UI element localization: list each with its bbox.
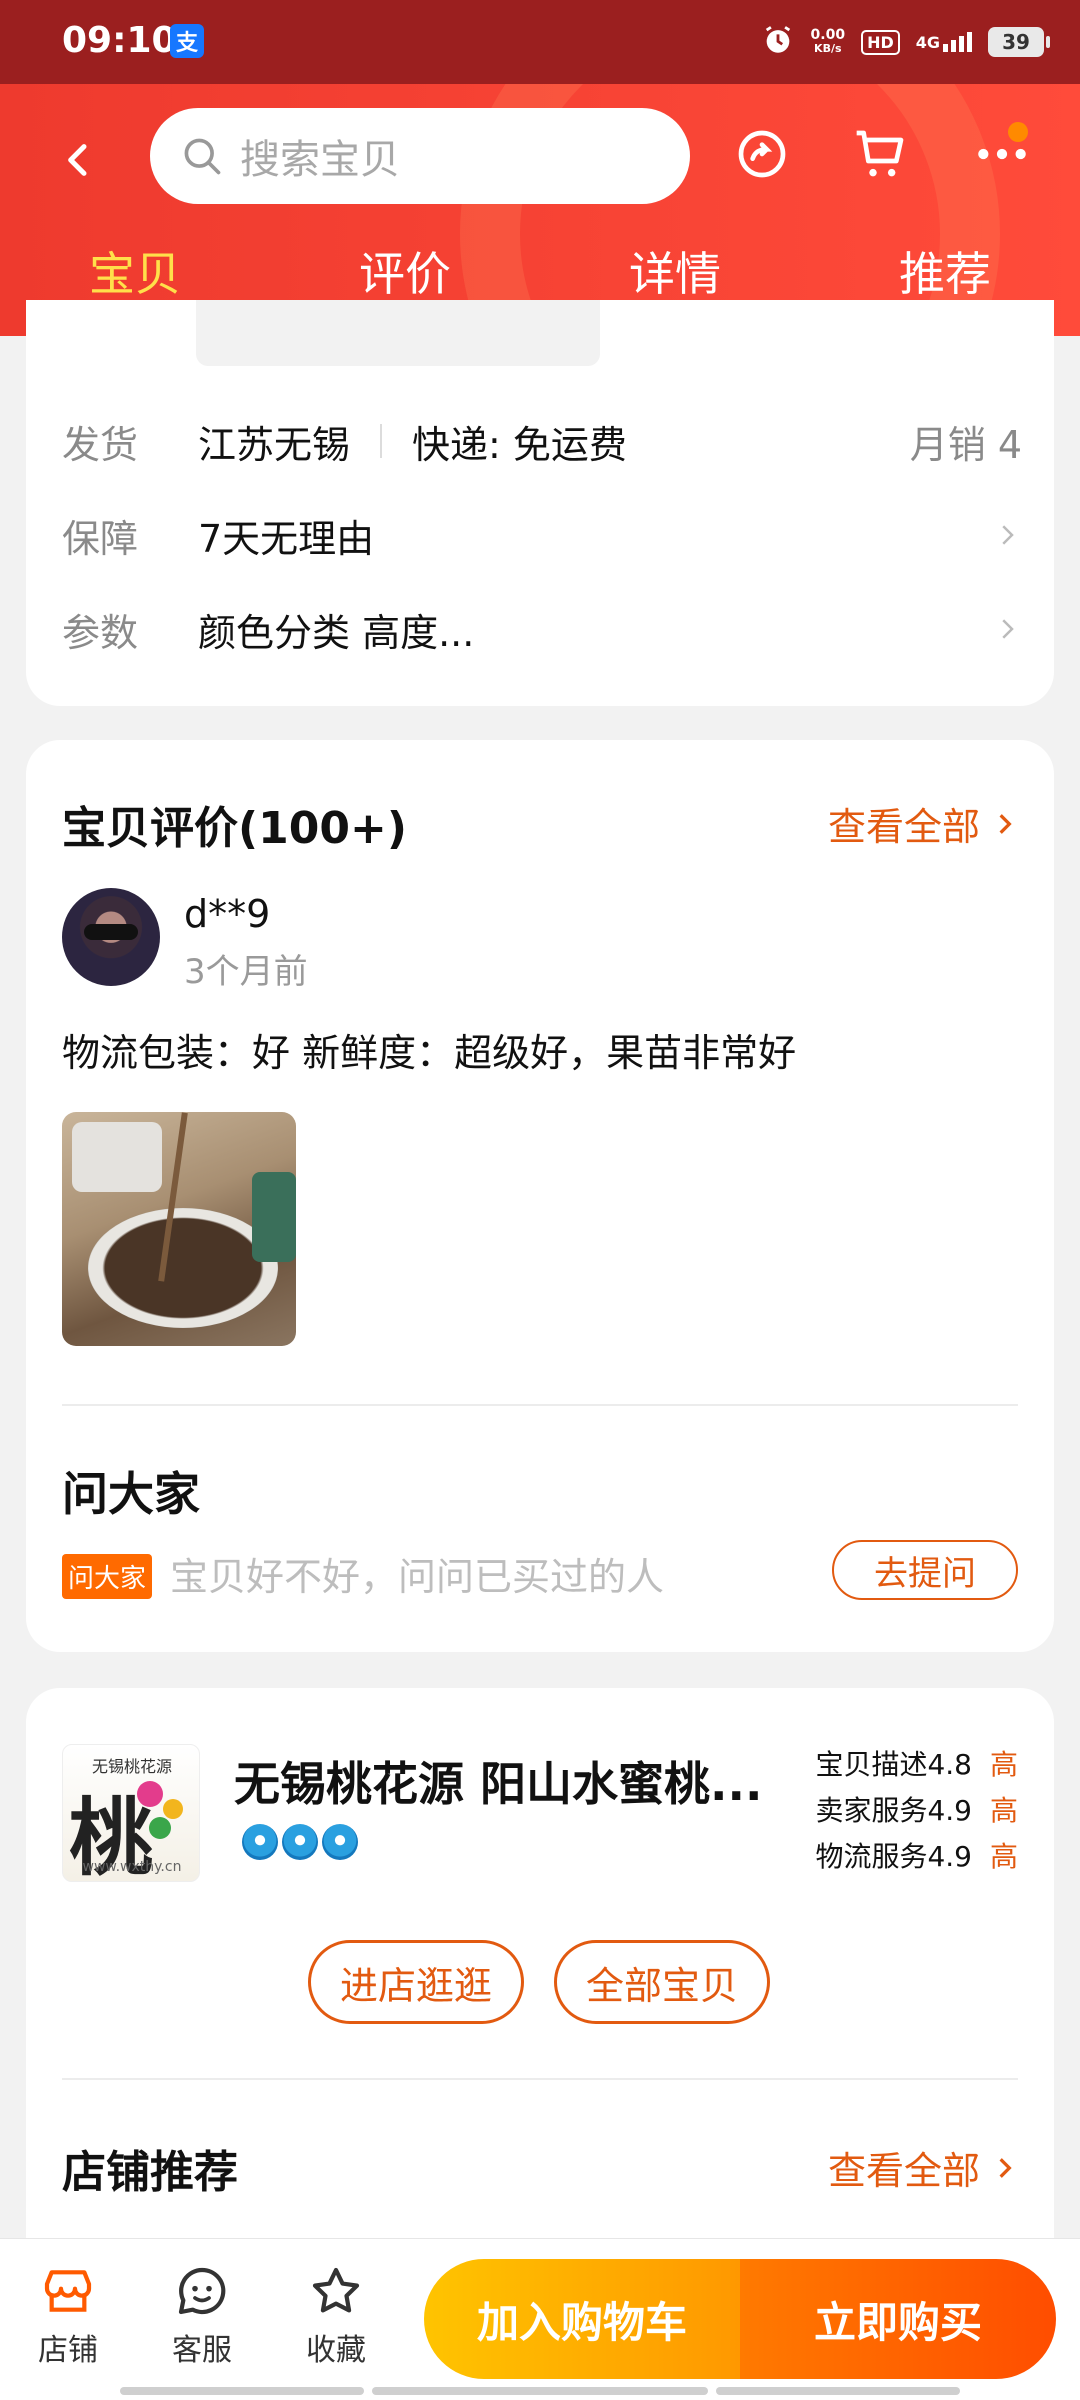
back-arrow-icon: [68, 144, 87, 176]
review-time: 3个月前: [184, 952, 308, 992]
gesture-bar: [372, 2387, 708, 2395]
see-all-label: 查看全部: [827, 2149, 980, 2193]
ship-from: 江苏无锡: [198, 422, 351, 467]
service-label: 客服: [172, 2333, 232, 2368]
hd-icon: HD: [861, 29, 900, 55]
customer-service-button[interactable]: 客服: [142, 2263, 262, 2369]
chevron-right-icon: [999, 813, 1012, 834]
divider: [380, 424, 383, 458]
express-fee: 快递: 免运费: [412, 422, 627, 467]
ask-badge: 问大家: [62, 1554, 153, 1599]
bottom-action-bar: 店铺 客服 收藏 加入购物车 立即购买: [0, 2238, 1080, 2400]
alipay-icon: 支: [170, 24, 204, 58]
crown-icon: [282, 1824, 318, 1860]
ask-question-button[interactable]: 去提问: [832, 1540, 1018, 1600]
divider: [62, 2078, 1018, 2080]
all-items-button[interactable]: 全部宝贝: [554, 1940, 770, 2024]
reviews-see-all-link[interactable]: 查看全部: [828, 796, 1018, 851]
header: 搜索宝贝 宝贝 评价 详情 推荐: [0, 84, 1080, 336]
status-bar: 09:10 支 0.00 KB/s HD 4G 39: [0, 0, 1080, 84]
divider: [62, 1404, 1018, 1406]
review-photo[interactable]: [62, 1112, 296, 1346]
more-button[interactable]: [970, 122, 1034, 186]
cart-icon: [856, 130, 904, 177]
rating-service: 卖家服务4.9: [815, 1794, 972, 1827]
shop-ratings: 宝贝描述4.8 高 卖家服务4.9 高 物流服务4.9 高: [815, 1742, 1018, 1880]
ship-label: 发货: [62, 422, 139, 467]
params-row[interactable]: 参数 颜色分类 高度...: [62, 594, 1022, 664]
reviews-card: 宝贝评价(100+) 查看全部 d**9 3个月前 物流包装：好 新鲜度：超级好…: [26, 740, 1054, 1652]
network-speed: 0.00 KB/s: [810, 27, 846, 55]
add-to-cart-button[interactable]: 加入购物车: [424, 2259, 740, 2379]
guarantee-value: 7天无理由: [198, 516, 375, 561]
chevron-right-icon: [1002, 525, 1014, 545]
purchase-buttons: 加入购物车 立即购买: [424, 2259, 1056, 2379]
params-value: 颜色分类 高度...: [198, 610, 475, 655]
favorite-button[interactable]: 收藏: [276, 2263, 396, 2369]
crown-icon: [242, 1824, 278, 1860]
shipping-card: 发货 江苏无锡 快递: 免运费 月销 4 保障 7天无理由 参数 颜色分类 高度…: [26, 300, 1054, 706]
battery-icon: 39: [988, 27, 1050, 57]
rating-description: 宝贝描述4.8: [815, 1748, 972, 1781]
buy-now-button[interactable]: 立即购买: [740, 2259, 1056, 2379]
chat-icon: [178, 2267, 226, 2315]
guarantee-row[interactable]: 保障 7天无理由: [62, 500, 1022, 570]
monthly-sales: 月销 4: [909, 422, 1022, 467]
reviewer-avatar[interactable]: [62, 888, 160, 986]
review-text[interactable]: 物流包装：好 新鲜度：超级好，果苗非常好: [62, 1022, 796, 1077]
gesture-bar: [716, 2387, 960, 2395]
shop-icon: [44, 2270, 92, 2312]
gesture-bar: [120, 2387, 364, 2395]
shop-label: 店铺: [38, 2333, 98, 2368]
sku-pill-partial: [196, 300, 600, 366]
recommend-see-all-link[interactable]: 查看全部: [828, 2140, 1018, 2195]
crown-icon: [322, 1824, 358, 1860]
ask-title: 问大家: [62, 1467, 200, 1521]
shop-recommend-title: 店铺推荐: [62, 2147, 238, 2198]
shop-level-badges: [242, 1824, 358, 1860]
ask-prompt[interactable]: 宝贝好不好，问问已买过的人: [170, 1546, 664, 1601]
rating-logistics: 物流服务4.9: [815, 1840, 972, 1873]
notification-dot: [1008, 122, 1028, 142]
status-indicators: 0.00 KB/s HD 4G 39: [761, 18, 1050, 66]
status-time: 09:10: [62, 20, 177, 61]
shop-name[interactable]: 无锡桃花源 阳山水蜜桃...: [234, 1748, 794, 1814]
back-button[interactable]: [54, 130, 104, 190]
shipping-row[interactable]: 发货 江苏无锡 快递: 免运费 月销 4: [62, 406, 1022, 476]
alarm-icon: [761, 23, 795, 61]
share-icon: [738, 130, 786, 178]
see-all-label: 查看全部: [827, 805, 980, 849]
params-label: 参数: [62, 610, 139, 655]
share-button[interactable]: [730, 122, 794, 186]
reviewer-name: d**9: [184, 892, 271, 936]
guarantee-label: 保障: [62, 516, 139, 561]
cart-button[interactable]: [848, 122, 912, 186]
favorite-label: 收藏: [306, 2333, 366, 2368]
enter-shop-button[interactable]: 进店逛逛: [308, 1940, 524, 2024]
search-icon: [184, 138, 221, 175]
search-input[interactable]: 搜索宝贝: [150, 108, 690, 204]
star-icon: [312, 2267, 360, 2313]
signal-icon: 4G: [916, 32, 972, 52]
shop-tab-button[interactable]: 店铺: [8, 2263, 128, 2369]
chevron-right-icon: [999, 2157, 1012, 2178]
reviews-title: 宝贝评价(100+): [62, 803, 407, 854]
search-placeholder: 搜索宝贝: [240, 137, 400, 183]
shop-logo[interactable]: 无锡桃花源 桃 www.wxthy.cn: [62, 1744, 200, 1882]
chevron-right-icon: [1002, 619, 1014, 639]
